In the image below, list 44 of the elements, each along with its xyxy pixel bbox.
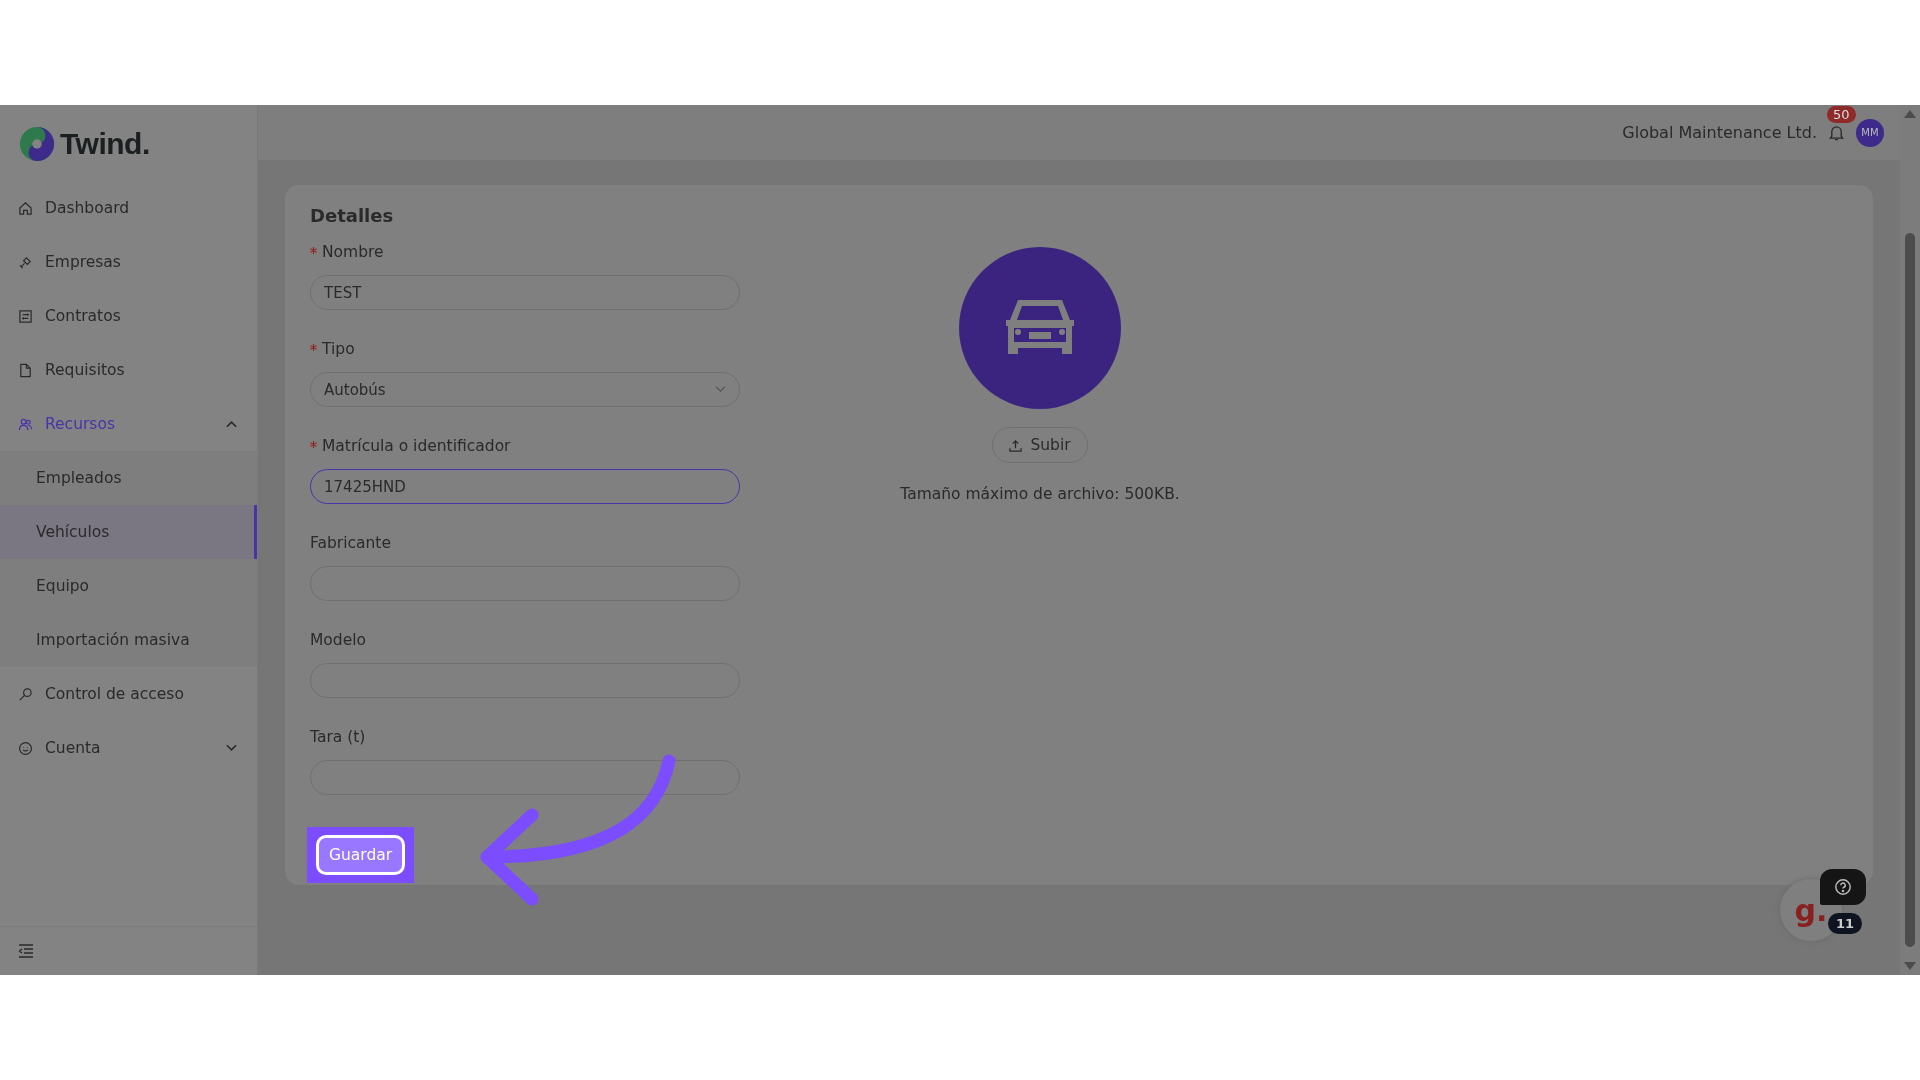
chevron-up-icon	[226, 420, 237, 428]
sidebar-subitem[interactable]: Importación masiva	[0, 613, 257, 667]
logo-text: Twind.	[60, 127, 150, 161]
field-label: Tara (t)	[310, 728, 366, 746]
sidebar-item[interactable]: Cuenta	[0, 721, 257, 775]
upload-icon	[1009, 438, 1023, 452]
collapse-menu-icon[interactable]	[18, 944, 34, 958]
field-label: Modelo	[310, 631, 367, 649]
help-icon[interactable]	[1820, 869, 1866, 905]
sidebar-item[interactable]: Control de acceso	[0, 667, 257, 721]
field-label: Nombre	[322, 243, 384, 261]
field-label: Fabricante	[310, 534, 391, 552]
scrollbar[interactable]	[1900, 105, 1920, 975]
sidebar-subitem[interactable]: Equipo	[0, 559, 257, 613]
field-label: Matrícula o identificador	[322, 437, 511, 455]
select-field[interactable]: Autobús	[310, 372, 740, 407]
sidebar-item[interactable]: Recursos	[0, 397, 257, 451]
section-title: Detalles	[310, 205, 395, 226]
sidebar-subitem[interactable]: Vehículos	[0, 505, 257, 559]
company-name: Global Maintenance Ltd.	[1622, 123, 1817, 142]
input-field[interactable]	[310, 760, 740, 795]
file-size-note: Tamaño máximo de archivo: 500KB.	[900, 485, 1180, 503]
input-field[interactable]: TEST	[310, 275, 740, 310]
people-icon	[18, 416, 33, 432]
help-count-badge: 11	[1828, 913, 1863, 934]
sidebar-subitem[interactable]: Empleados	[0, 451, 257, 505]
logo-icon	[18, 125, 56, 163]
sidebar-item[interactable]: Contratos	[0, 289, 257, 343]
chevron-down-icon	[226, 744, 237, 752]
sidebar-item[interactable]: Empresas	[0, 235, 257, 289]
notification-badge: 50	[1827, 106, 1856, 123]
sidebar-item[interactable]: Dashboard	[0, 181, 257, 235]
contract-icon	[18, 308, 33, 324]
home-icon	[18, 200, 33, 216]
doc-icon	[18, 362, 33, 378]
bell-icon[interactable]	[1829, 124, 1844, 141]
user-avatar[interactable]: MM	[1856, 118, 1884, 147]
input-field[interactable]: 17425HND	[310, 469, 740, 504]
sidebar-item[interactable]: Requisitos	[0, 343, 257, 397]
field-label: Tipo	[322, 340, 355, 358]
chevron-down-icon	[715, 386, 726, 393]
upload-button[interactable]: Subir	[992, 427, 1088, 463]
save-button[interactable]: Guardar	[316, 835, 406, 875]
smile-icon	[18, 740, 33, 756]
